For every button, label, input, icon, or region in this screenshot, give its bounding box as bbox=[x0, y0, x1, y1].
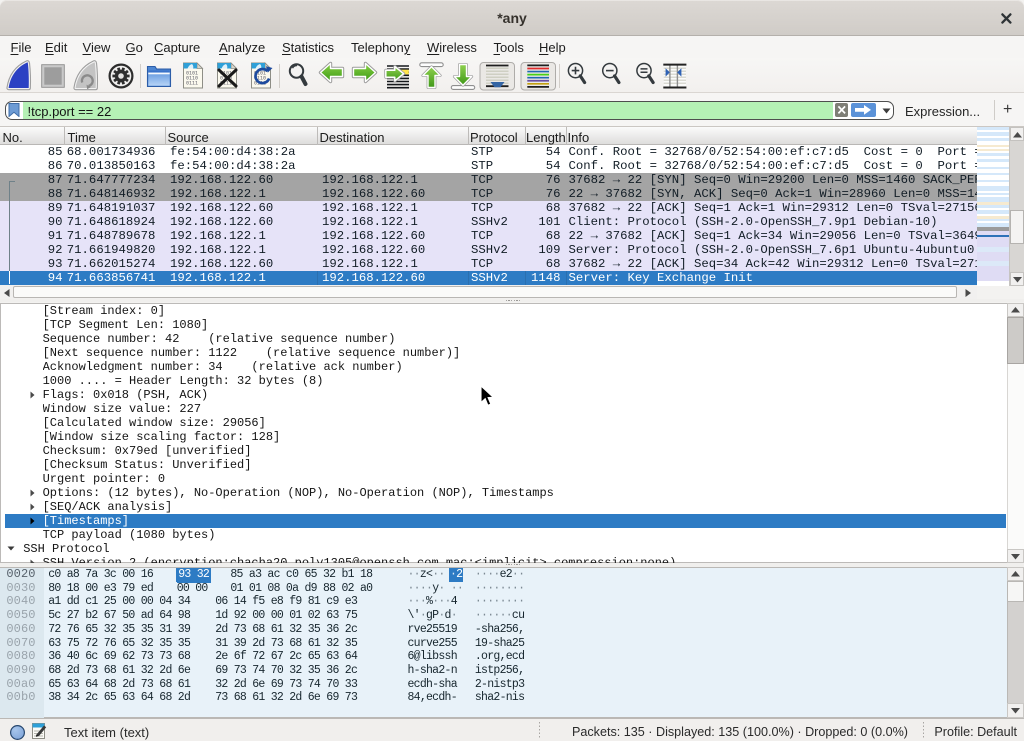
svg-text:0111: 0111 bbox=[186, 81, 198, 87]
